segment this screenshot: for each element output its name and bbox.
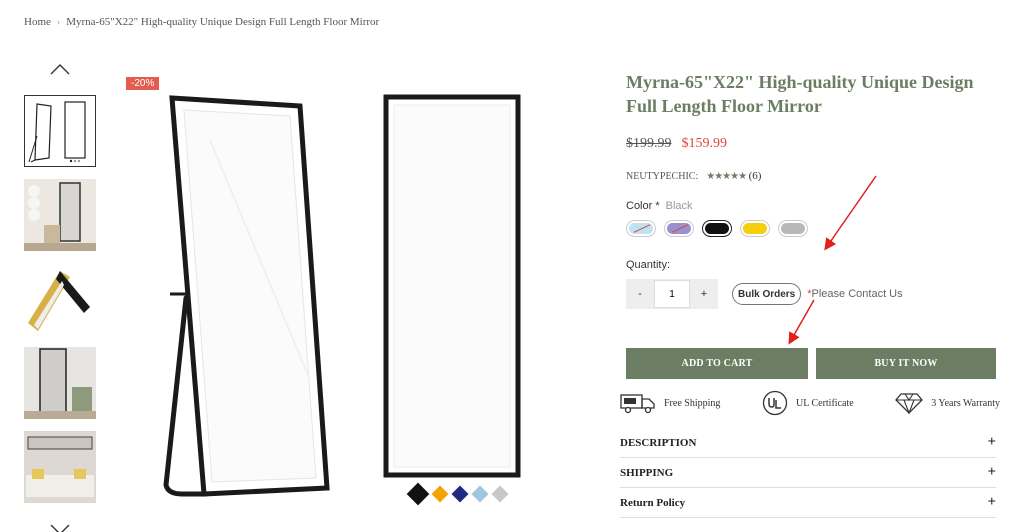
gallery-dot-gray[interactable] bbox=[491, 485, 509, 503]
color-label: Color * bbox=[626, 200, 660, 212]
thumbnail-list bbox=[24, 60, 98, 532]
gallery-dot-light-blue[interactable] bbox=[471, 485, 489, 503]
bulk-orders-button[interactable]: Bulk Orders bbox=[732, 283, 802, 305]
color-option-black[interactable] bbox=[702, 220, 732, 237]
truck-icon bbox=[620, 394, 655, 414]
free-shipping-label: Free Shipping bbox=[664, 397, 721, 409]
accordion-shipping-label: SHIPPING bbox=[620, 466, 674, 479]
quantity-stepper: - + bbox=[626, 279, 718, 309]
product-title: Myrna-65"X22" High-quality Unique Design… bbox=[626, 72, 974, 116]
thumbnail-sofa-scene[interactable] bbox=[24, 431, 96, 503]
feature-badges: Free Shipping UL Certificate 3 Years War… bbox=[620, 390, 1000, 416]
quantity-row: - + Bulk Orders *Please Contact Us bbox=[626, 279, 998, 309]
thumbnail-room-scene[interactable] bbox=[24, 179, 96, 251]
chevron-down-icon[interactable] bbox=[48, 522, 72, 532]
contact-note: *Please Contact Us bbox=[807, 288, 903, 300]
ul-certificate-label: UL Certificate bbox=[796, 397, 854, 409]
contact-us-link[interactable]: Please Contact Us bbox=[812, 288, 903, 300]
quantity-increase-button[interactable]: + bbox=[690, 279, 718, 309]
warranty-label: 3 Years Warranty bbox=[931, 397, 1000, 409]
vendor-name: NEUTYPECHIC: bbox=[626, 170, 699, 182]
accordion-return-policy-label: Return Policy bbox=[620, 496, 686, 509]
main-product-image[interactable] bbox=[130, 80, 540, 510]
plus-icon[interactable]: + bbox=[987, 464, 996, 481]
feature-warranty: 3 Years Warranty bbox=[895, 392, 1000, 414]
breadcrumb-current: Myrna-65"X22" High-quality Unique Design… bbox=[66, 16, 380, 28]
diamond-icon bbox=[895, 393, 924, 414]
breadcrumb: Home › Myrna-65"X22" High-quality Unique… bbox=[24, 16, 379, 28]
add-to-cart-button[interactable]: ADD TO CART bbox=[626, 348, 808, 379]
gallery-dot-gold[interactable] bbox=[431, 485, 449, 503]
room-scene-thumbnail bbox=[24, 179, 96, 251]
color-option-light-blue[interactable] bbox=[626, 220, 656, 237]
gallery-color-dots bbox=[406, 482, 509, 506]
buy-it-now-button[interactable]: BUY IT NOW bbox=[816, 348, 996, 379]
thumbnail-mirror-front-back[interactable] bbox=[24, 95, 96, 167]
frame-corner-thumbnail bbox=[24, 263, 96, 335]
living-room-thumbnail bbox=[24, 347, 96, 419]
angled-mirror-illustration bbox=[163, 95, 330, 497]
quantity-decrease-button[interactable]: - bbox=[626, 279, 654, 309]
purchase-buttons: ADD TO CART BUY IT NOW bbox=[626, 348, 996, 379]
selected-color: Black bbox=[665, 200, 693, 212]
thumbnail-frame-corner[interactable] bbox=[24, 263, 96, 335]
feature-ul-certificate: UL Certificate bbox=[762, 390, 854, 416]
accordion-description[interactable]: DESCRIPTION + bbox=[620, 428, 996, 458]
product-info: Myrna-65"X22" High-quality Unique Design… bbox=[620, 70, 1000, 518]
product-accordion: DESCRIPTION + SHIPPING + Return Policy + bbox=[620, 428, 996, 518]
gallery-dot-navy[interactable] bbox=[451, 485, 469, 503]
breadcrumb-home-link[interactable]: Home bbox=[24, 16, 51, 28]
sofa-scene-thumbnail bbox=[24, 431, 96, 503]
sale-price: $159.99 bbox=[681, 136, 728, 151]
chevron-up-icon[interactable] bbox=[48, 62, 72, 76]
thumbnail-living-room[interactable] bbox=[24, 347, 96, 419]
chevron-right-icon: › bbox=[56, 16, 61, 28]
price-row: $199.99 $159.99 bbox=[626, 136, 998, 152]
feature-free-shipping: Free Shipping bbox=[620, 392, 720, 414]
quantity-label: Quantity: bbox=[626, 259, 671, 271]
vendor-rating-row: NEUTYPECHIC: ★★★★★ (6) bbox=[626, 170, 998, 182]
color-option-purple[interactable] bbox=[664, 220, 694, 237]
mirror-thumbnail-icon bbox=[28, 101, 86, 163]
accordion-description-label: DESCRIPTION bbox=[620, 436, 697, 449]
gallery-dot-black[interactable] bbox=[406, 482, 430, 506]
quantity-input[interactable] bbox=[654, 280, 690, 308]
front-mirror-illustration bbox=[383, 94, 521, 478]
star-rating-icon: ★★★★★ bbox=[706, 171, 747, 182]
original-price: $199.99 bbox=[626, 136, 672, 151]
ul-certificate-icon bbox=[762, 390, 788, 416]
accordion-return-policy[interactable]: Return Policy + bbox=[620, 488, 996, 518]
color-options bbox=[626, 220, 998, 237]
color-selector: Color * Black bbox=[626, 200, 998, 237]
color-option-gray[interactable] bbox=[778, 220, 808, 237]
plus-icon[interactable]: + bbox=[987, 494, 996, 511]
plus-icon[interactable]: + bbox=[987, 434, 996, 451]
review-count[interactable]: (6) bbox=[749, 170, 762, 182]
color-option-yellow[interactable] bbox=[740, 220, 770, 237]
accordion-shipping[interactable]: SHIPPING + bbox=[620, 458, 996, 488]
